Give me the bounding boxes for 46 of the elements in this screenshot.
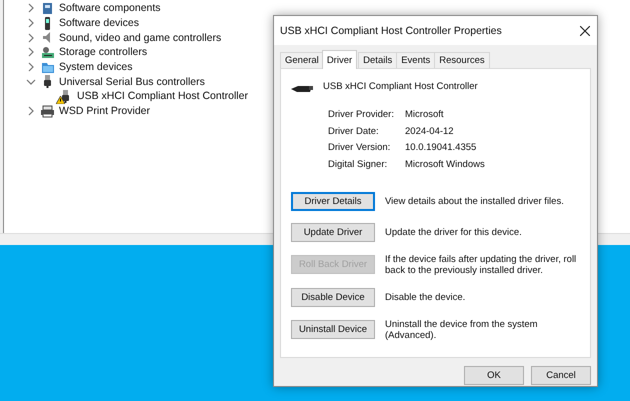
action-description: View details about the installed driver files. — [385, 196, 565, 206]
collapsed-chevron-icon[interactable] — [26, 106, 36, 116]
tree-item-label: Sound, video and game controllers — [59, 32, 222, 44]
collapsed-chevron-icon[interactable] — [26, 47, 36, 58]
property-label: Digital Signer: — [328, 158, 388, 170]
action-description: If the device fails after updating the driver, roll back to the previously installed driver. — [385, 254, 578, 276]
usb-plug-icon — [41, 75, 54, 88]
dialog-button[interactable]: Cancel — [531, 366, 591, 385]
component-icon — [41, 2, 54, 15]
tab[interactable]: General — [280, 52, 324, 68]
tab[interactable]: Details — [358, 52, 398, 68]
device-name: USB xHCI Compliant Host Controller — [323, 81, 478, 92]
tab[interactable]: Driver — [322, 50, 358, 69]
expanded-chevron-icon[interactable] — [26, 76, 36, 87]
action-button[interactable]: Uninstall Device — [291, 320, 375, 339]
property-value: 10.0.19041.4355 — [405, 142, 478, 153]
collapsed-chevron-icon[interactable] — [26, 3, 36, 14]
action-button[interactable]: Disable Device — [291, 288, 375, 306]
tab[interactable]: Resources — [434, 52, 490, 68]
property-label: Driver Date: — [328, 126, 380, 136]
dialog-button[interactable]: OK — [464, 366, 524, 385]
property-label: Driver Provider: — [328, 109, 395, 120]
property-value: Microsoft — [405, 109, 445, 120]
storage-icon — [40, 46, 54, 59]
usb-plug-icon — [59, 90, 72, 103]
property-value: Microsoft Windows — [405, 158, 486, 170]
tree-item-label: Software devices — [59, 17, 139, 30]
tree-item-label: Storage controllers — [59, 46, 148, 58]
collapsed-chevron-icon[interactable] — [26, 62, 36, 72]
tree-item-label: Universal Serial Bus controllers — [59, 76, 205, 88]
action-description: Update the driver for this device. — [385, 226, 523, 238]
property-value: 2024-04-12 — [405, 126, 455, 136]
action-button[interactable]: Driver Details — [291, 192, 375, 210]
property-label: Driver Version: — [328, 142, 392, 153]
printer-icon — [40, 104, 55, 118]
collapsed-chevron-icon[interactable] — [26, 18, 36, 28]
collapsed-chevron-icon[interactable] — [26, 32, 36, 43]
action-description: Disable the device. — [385, 292, 466, 302]
action-description: Uninstall the device from the system (Advanced). — [385, 318, 539, 340]
tree-item-label: System devices — [59, 61, 133, 74]
tree-item-label: Software components — [59, 2, 161, 14]
action-button[interactable]: Update Driver — [291, 222, 375, 242]
dialog-title: USB xHCI Compliant Host Controller Properties — [280, 24, 502, 36]
tree-item-label: WSD Print Provider — [59, 105, 150, 118]
tree-item-label: USB xHCI Compliant Host Controller — [77, 90, 248, 102]
folder-icon — [40, 60, 54, 74]
